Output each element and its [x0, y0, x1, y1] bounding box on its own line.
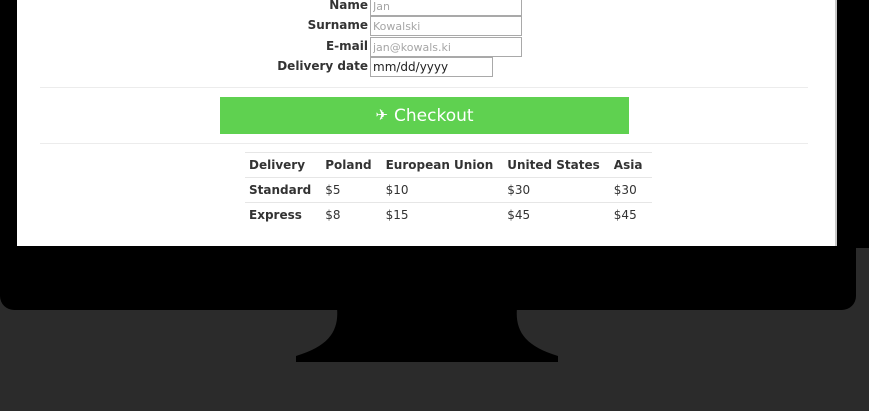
- airplane-icon: ✈: [375, 106, 389, 124]
- email-input[interactable]: [370, 37, 522, 57]
- email-label: E-mail: [325, 39, 368, 53]
- row-label-standard: Standard: [245, 177, 322, 203]
- shipping-prices-table: Delivery Poland European Union United St…: [245, 152, 653, 227]
- price-cell: $8: [321, 202, 382, 227]
- table-header-row: Delivery Poland European Union United St…: [245, 152, 653, 178]
- row-label-express: Express: [245, 202, 322, 227]
- header-poland: Poland: [321, 152, 382, 178]
- divider: [40, 143, 808, 144]
- divider: [40, 87, 808, 88]
- email-row: E-mail: [17, 37, 835, 57]
- name-input[interactable]: [370, 0, 522, 16]
- delivery-date-input[interactable]: [370, 57, 493, 77]
- header-european-union: European Union: [381, 152, 504, 178]
- price-cell: $45: [503, 202, 610, 227]
- surname-label: Surname: [307, 18, 368, 32]
- price-cell: $15: [381, 202, 504, 227]
- surname-row: Surname: [17, 16, 835, 36]
- price-cell: $10: [381, 177, 504, 203]
- surname-input[interactable]: [370, 16, 522, 36]
- price-cell: $45: [609, 202, 653, 227]
- delivery-date-row: Delivery date: [17, 57, 835, 77]
- table-row: Standard $5 $10 $30 $30: [245, 177, 653, 203]
- delivery-date-label: Delivery date: [277, 59, 368, 73]
- header-united-states: United States: [503, 152, 610, 178]
- header-asia: Asia: [609, 152, 653, 178]
- monitor-bezel: [0, 248, 856, 310]
- price-cell: $5: [321, 177, 382, 203]
- price-cell: $30: [503, 177, 610, 203]
- name-row: Name: [17, 0, 835, 16]
- screen: Name Surname E-mail Delivery date ✈ Chec…: [17, 0, 837, 246]
- checkout-label: Checkout: [394, 105, 474, 126]
- name-label: Name: [329, 0, 368, 12]
- header-delivery: Delivery: [245, 152, 322, 178]
- price-cell: $30: [609, 177, 653, 203]
- checkout-button[interactable]: ✈ Checkout: [220, 97, 629, 134]
- table-row: Express $8 $15 $45 $45: [245, 202, 653, 227]
